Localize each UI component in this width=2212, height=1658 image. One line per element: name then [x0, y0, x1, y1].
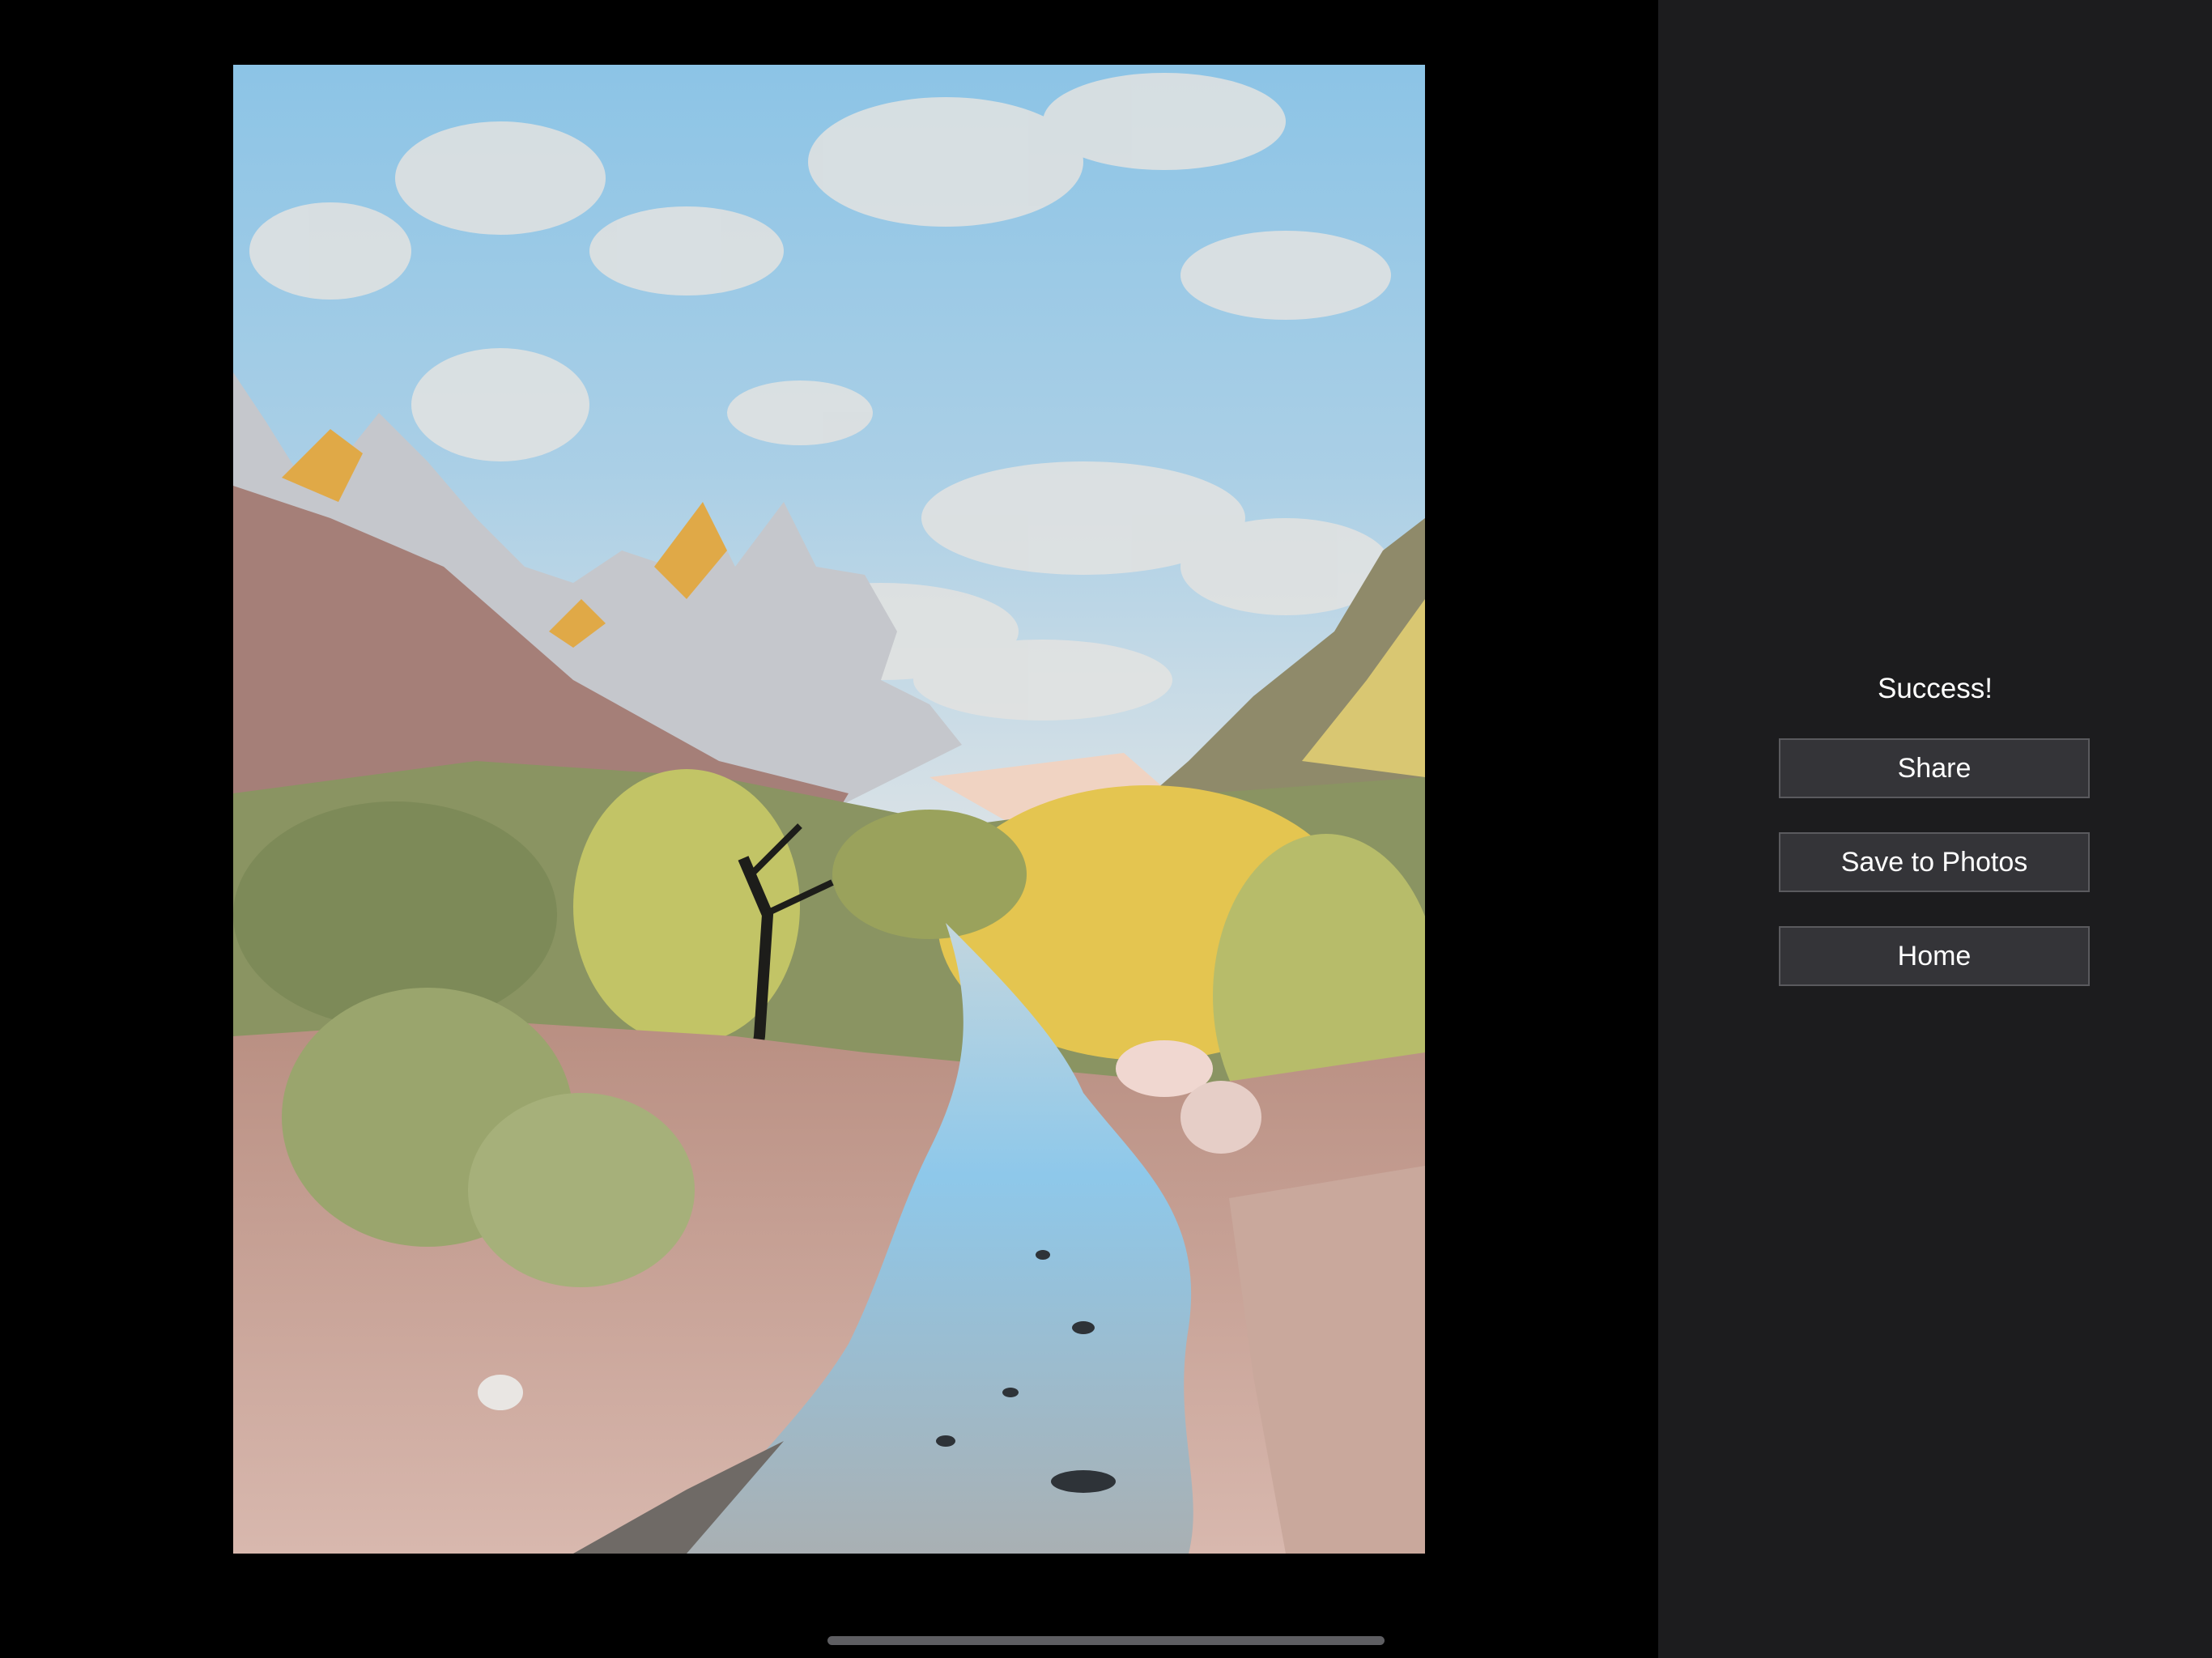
- save-to-photos-button[interactable]: Save to Photos: [1779, 832, 2090, 892]
- share-button[interactable]: Share: [1779, 738, 2090, 798]
- stylized-artwork-image: [233, 65, 1425, 1554]
- result-side-panel: Success! Share Save to Photos Home: [1658, 0, 2212, 1658]
- artwork-painting: [233, 65, 1425, 1554]
- success-status-text: Success!: [1878, 673, 1993, 704]
- home-indicator[interactable]: [827, 1636, 1385, 1645]
- canvas-area: [0, 0, 1658, 1658]
- app-root: Success! Share Save to Photos Home: [0, 0, 2212, 1658]
- home-button[interactable]: Home: [1779, 926, 2090, 986]
